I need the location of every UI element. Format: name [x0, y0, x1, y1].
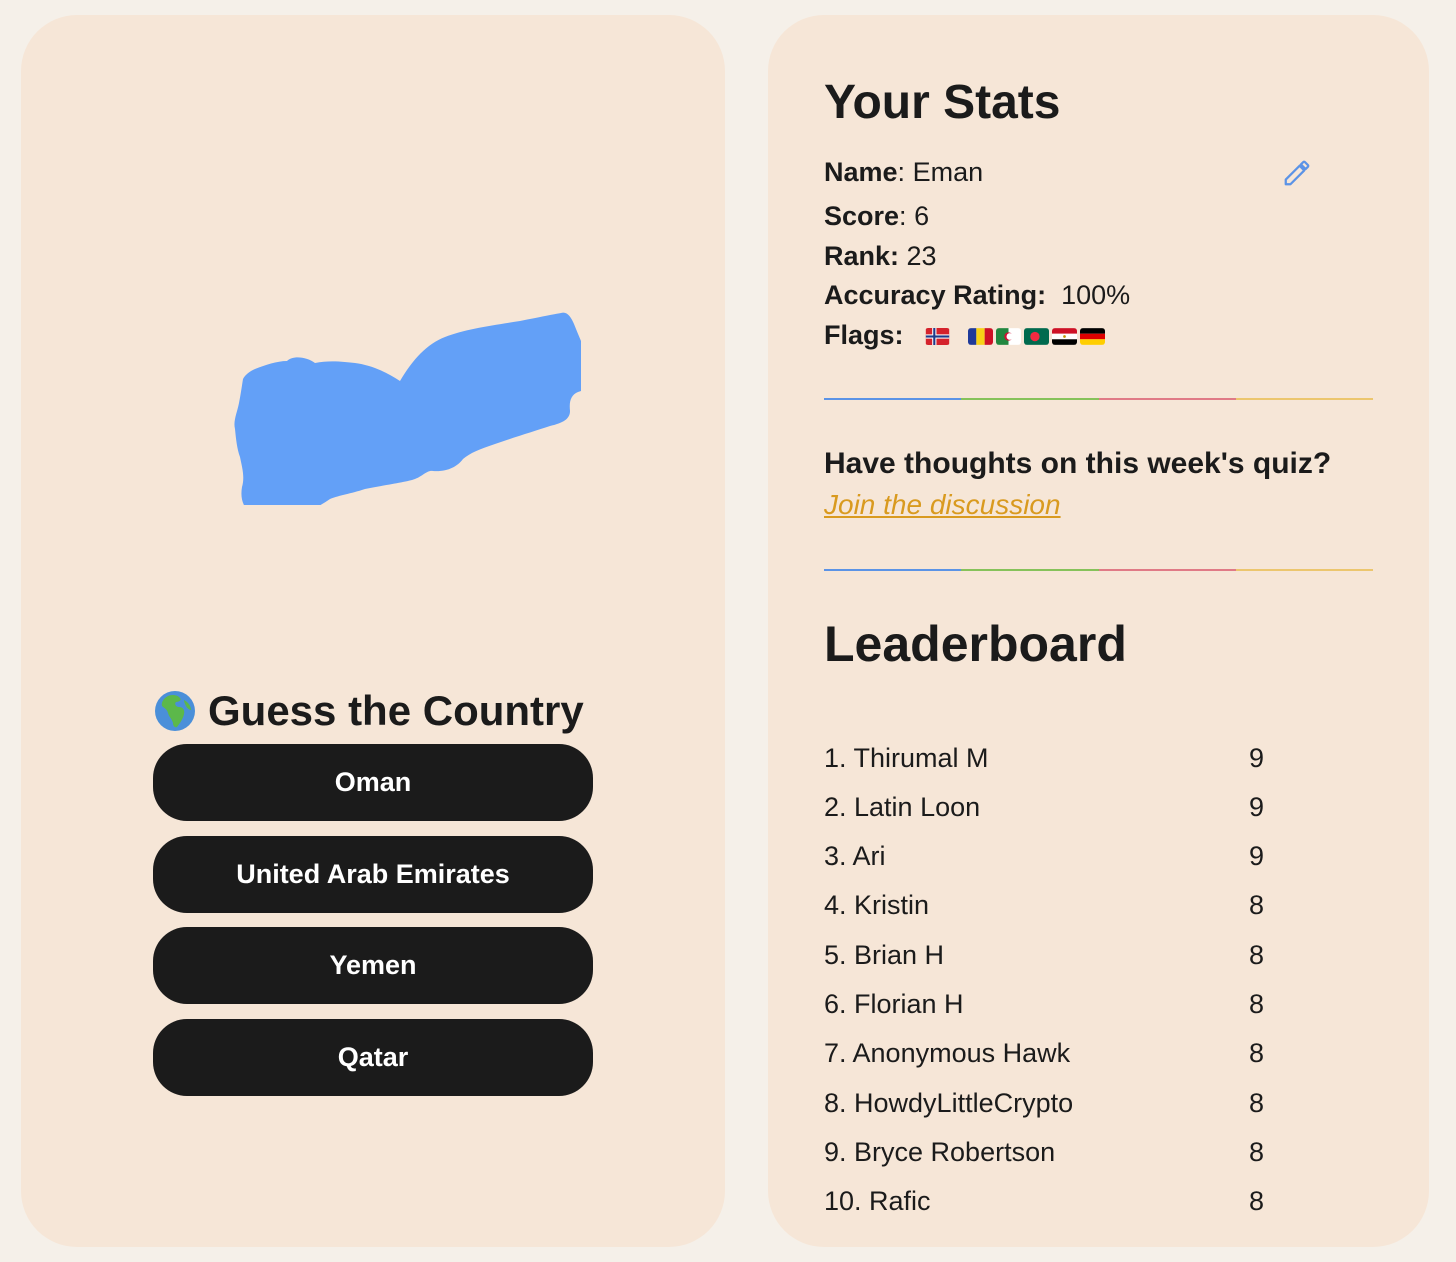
flag-list [925, 328, 1106, 346]
leaderboard-player-name: 6. Florian H [824, 989, 964, 1019]
norway-flag-icon [925, 328, 950, 346]
stat-rank: Rank: 23 [824, 239, 937, 273]
leaderboard-row: 6. Florian H 8 [824, 986, 1264, 1022]
leaderboard-title: Leaderboard [824, 616, 1127, 672]
stat-flags: Flags: [824, 318, 1106, 352]
leaderboard-row: 7. Anonymous Hawk 8 [824, 1035, 1264, 1071]
leaderboard-row: 4. Kristin 8 [824, 887, 1264, 923]
leaderboard-player-score: 8 [1248, 1038, 1264, 1068]
leaderboard-player-score: 8 [1248, 1186, 1264, 1216]
stat-score-value: 6 [914, 201, 930, 231]
stat-accuracy-value: 100% [1061, 280, 1131, 310]
leaderboard-row: 5. Brian H 8 [824, 937, 1264, 973]
join-discussion-link[interactable]: Join the discussion [824, 489, 1061, 521]
leaderboard-player-name: 8. HowdyLittleCrypto [824, 1088, 1074, 1118]
divider-segment [1098, 569, 1236, 571]
divider-segment [824, 569, 962, 571]
answer-option-oman[interactable]: Oman [153, 744, 593, 821]
leaderboard-player-name: 2. Latin Loon [824, 792, 981, 822]
quiz-panel: Guess the Country Oman United Arab Emira… [21, 15, 725, 1247]
germany-flag-icon [1080, 328, 1106, 346]
stat-score: Score: 6 [824, 201, 930, 231]
stat-accuracy: Accuracy Rating: 100% [824, 278, 1130, 312]
stat-score-label: Score [824, 201, 900, 231]
leaderboard-row: 1. Thirumal M 9 [824, 740, 1264, 776]
answer-option-uae[interactable]: United Arab Emirates [153, 836, 593, 913]
stat-accuracy-label: Accuracy Rating: [824, 280, 1047, 310]
leaderboard-player-name: 5. Brian H [824, 940, 945, 970]
leaderboard-row: 2. Latin Loon 9 [824, 789, 1264, 825]
algeria-flag-icon [996, 328, 1022, 346]
leaderboard-player-name: 9. Bryce Robertson [824, 1137, 1056, 1167]
stat-rank-label: Rank: [824, 241, 900, 271]
romania-flag-icon [968, 328, 994, 346]
pencil-icon[interactable] [1282, 158, 1312, 188]
quiz-title-text: Guess the Country [208, 687, 584, 734]
leaderboard-player-score: 8 [1248, 989, 1264, 1019]
country-outline-map [234, 312, 581, 505]
leaderboard-player-score: 8 [1248, 1137, 1264, 1167]
leaderboard-player-score: 9 [1248, 792, 1264, 822]
stat-name-label: Name [824, 157, 898, 187]
leaderboard-row: 3. Ari 9 [824, 838, 1264, 874]
leaderboard-player-score: 8 [1248, 1088, 1264, 1118]
leaderboard-player-score: 8 [1248, 890, 1264, 920]
stat-flags-label: Flags: [824, 320, 904, 350]
answer-option-qatar[interactable]: Qatar [153, 1019, 593, 1096]
divider-segment [1235, 569, 1373, 571]
leaderboard-row: 8. HowdyLittleCrypto 8 [824, 1085, 1264, 1121]
leaderboard-player-score: 9 [1248, 841, 1264, 871]
divider-segment [1235, 398, 1373, 400]
globe-europe-africa-icon [155, 691, 195, 731]
divider-segment [961, 569, 1099, 571]
leaderboard-player-name: 3. Ari [824, 841, 886, 871]
leaderboard-row: 10. Rafic 8 [824, 1183, 1264, 1219]
leaderboard-player-name: 7. Anonymous Hawk [824, 1038, 1071, 1068]
leaderboard-player-name: 4. Kristin [824, 890, 930, 920]
answer-option-yemen[interactable]: Yemen [153, 927, 593, 1004]
stat-name-value: Eman [912, 157, 984, 187]
divider-segment [824, 398, 962, 400]
leaderboard-row: 9. Bryce Robertson 8 [824, 1134, 1264, 1170]
quiz-title: Guess the Country [154, 683, 614, 739]
stats-title: Your Stats [824, 76, 1061, 129]
feedback-question: Have thoughts on this week's quiz? [824, 447, 1332, 480]
egypt-flag-icon [1052, 328, 1078, 346]
leaderboard-player-score: 8 [1248, 940, 1264, 970]
bangladesh-flag-icon [1024, 328, 1050, 346]
leaderboard-player-name: 1. Thirumal M [824, 743, 989, 773]
leaderboard-player-score: 9 [1248, 743, 1264, 773]
stats-panel: Your Stats Name: Eman Score: 6 Rank: 23 … [768, 15, 1429, 1247]
leaderboard-player-name: 10. Rafic [824, 1186, 931, 1216]
stat-name: Name: Eman [824, 157, 984, 187]
stat-rank-value: 23 [906, 241, 937, 271]
divider-segment [961, 398, 1099, 400]
divider-segment [1098, 398, 1236, 400]
color-divider [824, 398, 1373, 400]
color-divider [824, 569, 1373, 571]
